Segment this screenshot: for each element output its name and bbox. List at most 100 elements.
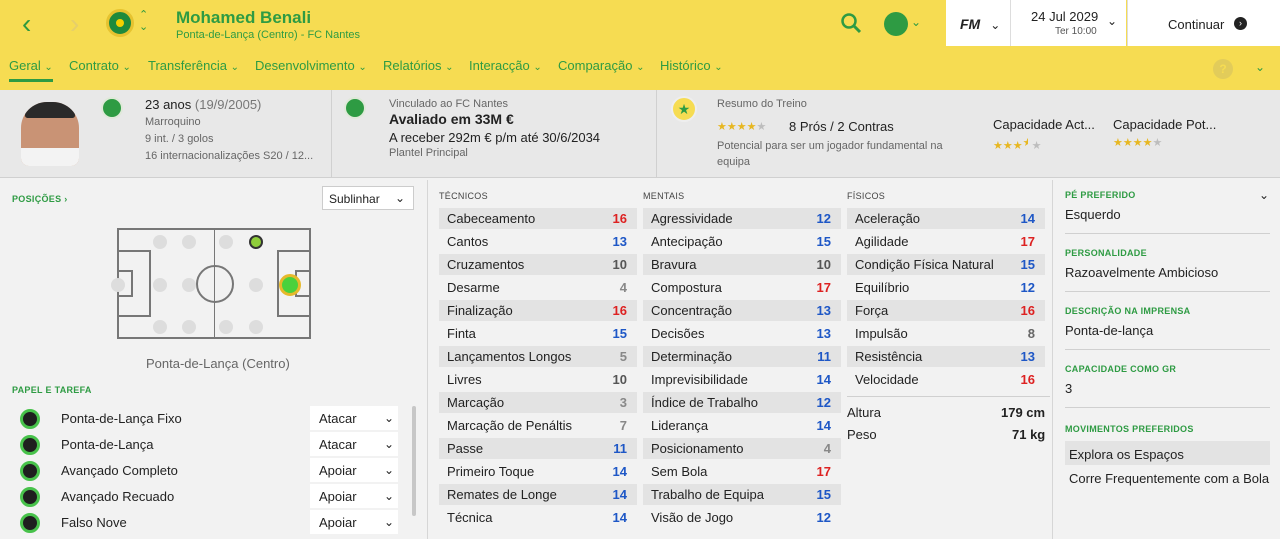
attribute-row[interactable]: Cabeceamento 16 [439, 208, 637, 229]
attribute-name: Visão de Jogo [651, 510, 734, 525]
attribute-row[interactable]: Marcação 3 [439, 392, 637, 413]
play-icon: › [1234, 17, 1247, 30]
roles-header: PAPEL E TAREFA [12, 385, 92, 395]
attribute-value: 14 [612, 487, 627, 502]
attribute-row[interactable]: Velocidade 16 [847, 369, 1045, 390]
globe-icon[interactable] [884, 12, 908, 36]
role-row[interactable]: Ponta-de-Lança Atacar ⌄ [18, 432, 408, 456]
mental-header: MENTAIS [643, 191, 685, 201]
attribute-row[interactable]: Visão de Jogo 12 [643, 507, 841, 528]
attribute-row[interactable]: Determinação 11 [643, 346, 841, 367]
attribute-row[interactable]: Cantos 13 [439, 231, 637, 252]
search-icon[interactable] [840, 12, 862, 34]
attribute-row[interactable]: Posicionamento 4 [643, 438, 841, 459]
potential-note: Potencial para ser um jogador fundamenta… [717, 140, 943, 152]
attribute-row[interactable]: Marcação de Penáltis 7 [439, 415, 637, 436]
attribute-row[interactable]: Lançamentos Longos 5 [439, 346, 637, 367]
preferred-foot: Esquerdo [1065, 207, 1121, 222]
attribute-row[interactable]: Imprevisibilidade 14 [643, 369, 841, 390]
attribute-value: 4 [619, 280, 627, 295]
nation-flag-icon[interactable] [101, 97, 123, 119]
attribute-row[interactable]: Técnica 14 [439, 507, 637, 528]
role-row[interactable]: Avançado Recuado Apoiar ⌄ [18, 484, 408, 508]
role-row[interactable]: Falso Nove Apoiar ⌄ [18, 510, 408, 534]
attribute-row[interactable]: Passe 11 [439, 438, 637, 459]
club-badge-icon[interactable] [344, 97, 366, 119]
tab-transferencia[interactable]: Transferência ⌄ [148, 58, 239, 73]
help-icon[interactable]: ? [1213, 59, 1233, 79]
divider [331, 90, 332, 178]
attribute-name: Velocidade [855, 372, 919, 387]
current-time: Ter 10:00 [1055, 26, 1097, 37]
positions-header[interactable]: POSIÇÕES › [12, 194, 68, 204]
attribute-value: 12 [1020, 280, 1035, 295]
attribute-name: Resistência [855, 349, 923, 364]
attribute-row[interactable]: Antecipação 15 [643, 231, 841, 252]
preferred-moves-label: MOVIMENTOS PREFERIDOS [1065, 424, 1194, 434]
tab-relatorios[interactable]: Relatórios ⌄ [383, 58, 454, 73]
continue-button[interactable]: Continuar › [1127, 0, 1280, 46]
divider [1052, 180, 1053, 539]
attribute-value: 3 [619, 395, 627, 410]
info-strip: 23 anos (19/9/2005) Marroquino 9 int. / … [0, 90, 1280, 178]
attribute-row[interactable]: Bravura 10 [643, 254, 841, 275]
attribute-row[interactable]: Agilidade 17 [847, 231, 1045, 252]
highlight-select[interactable]: Sublinhar ⌄ [322, 186, 414, 210]
attribute-row[interactable]: Agressividade 12 [643, 208, 841, 229]
tab-contrato[interactable]: Contrato ⌄ [69, 58, 131, 73]
attribute-row[interactable]: Remates de Longe 14 [439, 484, 637, 505]
scrollbar[interactable] [412, 406, 416, 516]
chevron-down-icon[interactable]: ⌄ [1255, 60, 1265, 74]
attribute-row[interactable]: Condição Física Natural 15 [847, 254, 1045, 275]
attribute-name: Compostura [651, 280, 722, 295]
attribute-row[interactable]: Resistência 13 [847, 346, 1045, 367]
attribute-value: 4 [823, 441, 831, 456]
role-icon [20, 461, 40, 481]
pros-cons[interactable]: 8 Prós / 2 Contras [789, 119, 894, 134]
attribute-value: 10 [612, 257, 627, 272]
attribute-row[interactable]: Índice de Trabalho 12 [643, 392, 841, 413]
player-subtitle[interactable]: Ponta-de-Lança (Centro) - FC Nantes [176, 29, 360, 41]
attribute-row[interactable]: Compostura 17 [643, 277, 841, 298]
tab-geral[interactable]: Geral ⌄ [9, 58, 53, 82]
wage-info: A receber 292m € p/m até 30/6/2034 [389, 130, 601, 145]
chevron-down-icon[interactable]: ⌄ [1259, 188, 1269, 202]
attribute-row[interactable]: Sem Bola 17 [643, 461, 841, 482]
attribute-row[interactable]: Impulsão 8 [847, 323, 1045, 344]
tab-interaccao[interactable]: Interacção ⌄ [469, 58, 542, 73]
attribute-row[interactable]: Primeiro Toque 14 [439, 461, 637, 482]
player-switch-icon[interactable]: ⌃ ⌄ [139, 9, 148, 33]
weight-value: 71 kg [1012, 427, 1046, 442]
attribute-row[interactable]: Equilíbrio 12 [847, 277, 1045, 298]
attribute-row[interactable]: Trabalho de Equipa 15 [643, 484, 841, 505]
chevron-down-icon: ⌄ [1107, 14, 1118, 28]
divider [1065, 291, 1270, 292]
attribute-name: Decisões [651, 326, 705, 341]
attribute-name: Marcação [447, 395, 505, 410]
tab-desenvolvimento[interactable]: Desenvolvimento ⌄ [255, 58, 367, 73]
attribute-row[interactable]: Finalização 16 [439, 300, 637, 321]
date-button[interactable]: 24 Jul 2029 Ter 10:00 ⌄ [1010, 0, 1126, 46]
club-badge-icon[interactable] [106, 9, 134, 37]
back-icon[interactable]: ‹ [22, 10, 31, 38]
forward-icon[interactable]: › [70, 10, 79, 38]
attribute-row[interactable]: Aceleração 14 [847, 208, 1045, 229]
tab-historico[interactable]: Histórico ⌄ [660, 58, 723, 73]
fm-menu-button[interactable]: FM ⌄ [946, 0, 1010, 46]
tab-comparacao[interactable]: Comparação ⌄ [558, 58, 644, 73]
attribute-row[interactable]: Desarme 4 [439, 277, 637, 298]
attribute-row[interactable]: Liderança 14 [643, 415, 841, 436]
continue-label: Continuar [1168, 17, 1225, 32]
attribute-row[interactable]: Decisões 13 [643, 323, 841, 344]
attribute-row[interactable]: Cruzamentos 10 [439, 254, 637, 275]
attribute-row[interactable]: Livres 10 [439, 369, 637, 390]
attribute-row[interactable]: Força 16 [847, 300, 1045, 321]
role-row[interactable]: Ponta-de-Lança Fixo Atacar ⌄ [18, 406, 408, 430]
chevron-down-icon[interactable]: ⌄ [911, 15, 921, 29]
potential-note-2: equipa [717, 156, 751, 168]
role-row[interactable]: Avançado Completo Apoiar ⌄ [18, 458, 408, 482]
attribute-value: 13 [816, 326, 831, 341]
press-label: DESCRIÇÃO NA IMPRENSA [1065, 306, 1191, 316]
attribute-row[interactable]: Finta 15 [439, 323, 637, 344]
attribute-row[interactable]: Concentração 13 [643, 300, 841, 321]
